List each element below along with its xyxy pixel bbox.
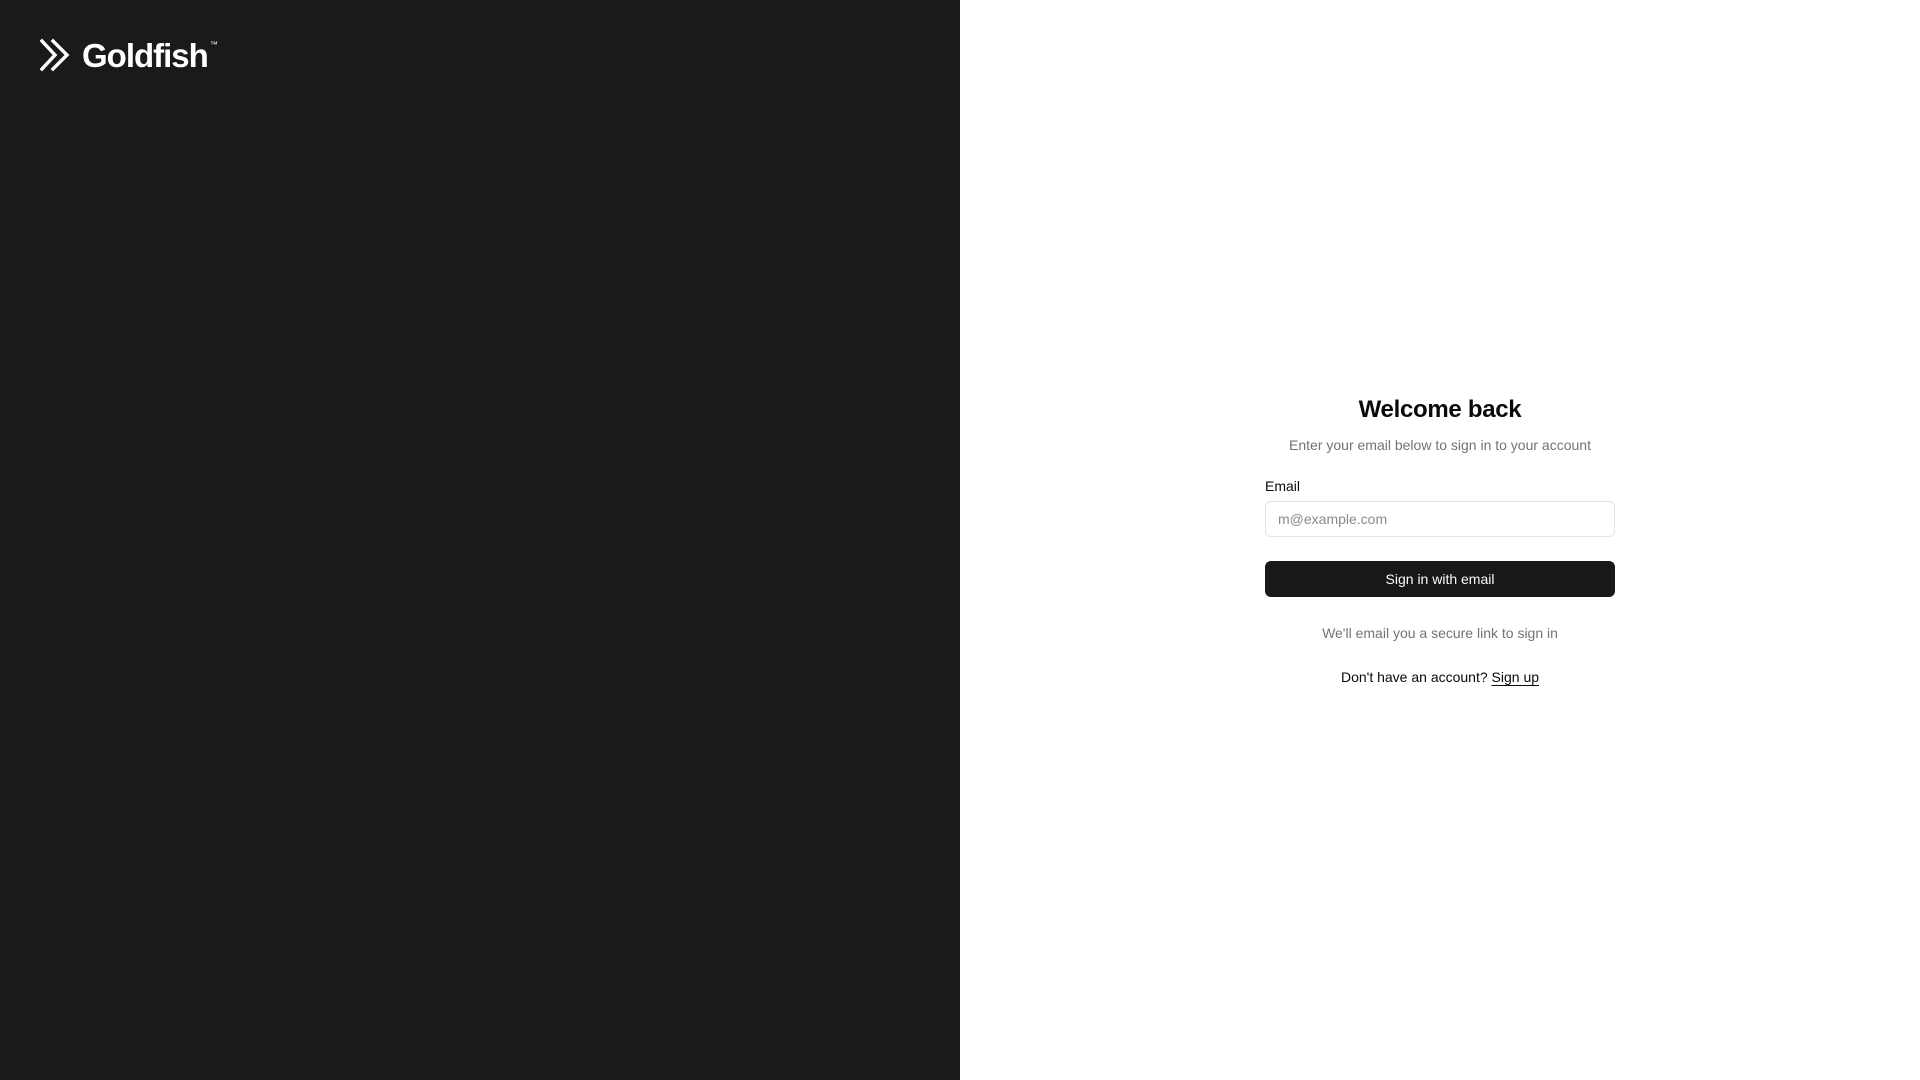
brand-logo[interactable]: Goldfish ™ <box>40 36 218 74</box>
sign-in-form: Welcome back Enter your email below to s… <box>1265 393 1615 687</box>
trademark-symbol: ™ <box>209 39 218 49</box>
signup-prompt: Don't have an account? <box>1340 669 1488 685</box>
signup-row: Don't have an account? Sign up <box>1265 667 1615 687</box>
email-input[interactable] <box>1265 501 1615 537</box>
brand-panel: Goldfish ™ <box>0 0 960 1080</box>
email-field-group: Email <box>1265 477 1615 537</box>
sign-in-page: Goldfish ™ Welcome back Enter your email … <box>0 0 1920 1080</box>
email-label: Email <box>1265 478 1301 494</box>
page-title: Welcome back <box>1358 396 1522 423</box>
goldfish-logo-icon <box>40 38 70 72</box>
form-panel: Welcome back Enter your email below to s… <box>960 0 1920 1080</box>
brand-name: Goldfish ™ <box>82 36 218 74</box>
sign-up-link[interactable]: Sign up <box>1492 669 1539 685</box>
sign-in-with-email-button[interactable]: Sign in with email <box>1265 561 1615 597</box>
secure-link-hint: We'll email you a secure link to sign in <box>1322 625 1558 641</box>
brand-name-text: Goldfish <box>82 36 209 74</box>
page-subtitle: Enter your email below to sign in to you… <box>1289 437 1591 453</box>
